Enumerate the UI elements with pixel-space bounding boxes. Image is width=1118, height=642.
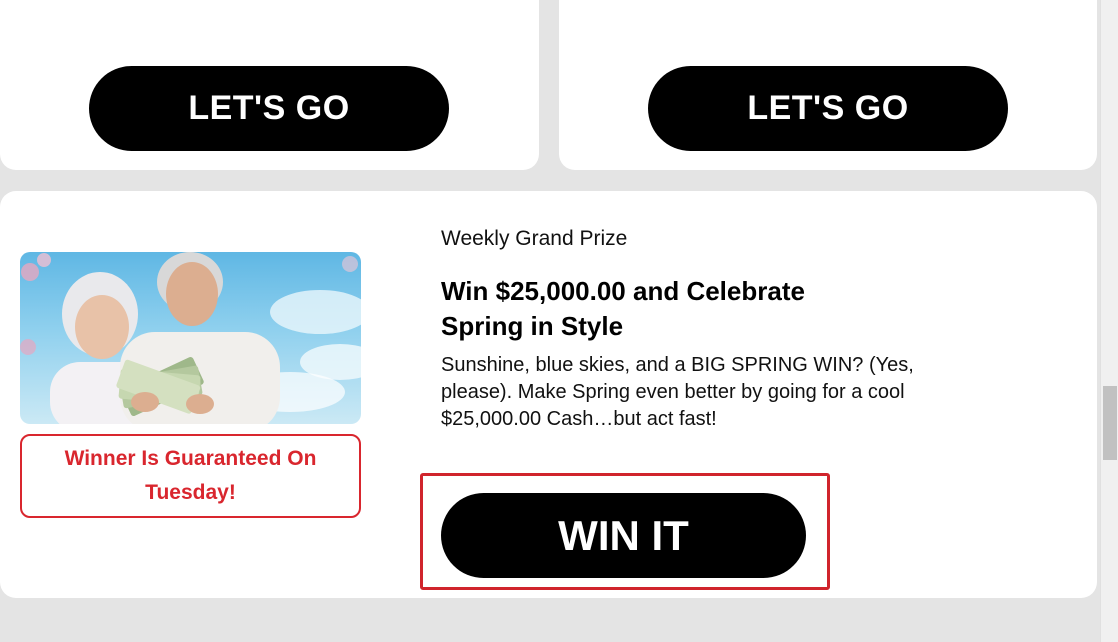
lets-go-button[interactable]: LET'S GO <box>648 66 1008 151</box>
guarantee-text: Winner Is Guaranteed On Tuesday! <box>64 447 317 504</box>
promo-photo <box>20 252 361 424</box>
win-it-button[interactable]: WIN IT <box>441 493 806 578</box>
prize-description: Sunshine, blue skies, and a BIG SPRING W… <box>441 354 914 430</box>
couple-with-cash-image <box>20 252 361 424</box>
scrollbar-thumb[interactable] <box>1103 386 1117 460</box>
offer-card-top-right: LET'S GO <box>559 0 1097 170</box>
page-scrollbar[interactable] <box>1100 0 1118 642</box>
prize-headline: Win $25,000.00 and Celebrate Spring in S… <box>441 276 805 341</box>
prize-eyebrow: Weekly Grand Prize <box>441 227 628 250</box>
grand-prize-card: Winner Is Guaranteed On Tuesday! Weekly … <box>0 191 1097 598</box>
lets-go-button[interactable]: LET'S GO <box>89 66 449 151</box>
guarantee-banner: Winner Is Guaranteed On Tuesday! <box>20 434 361 518</box>
offer-card-top-left: LET'S GO <box>0 0 539 170</box>
